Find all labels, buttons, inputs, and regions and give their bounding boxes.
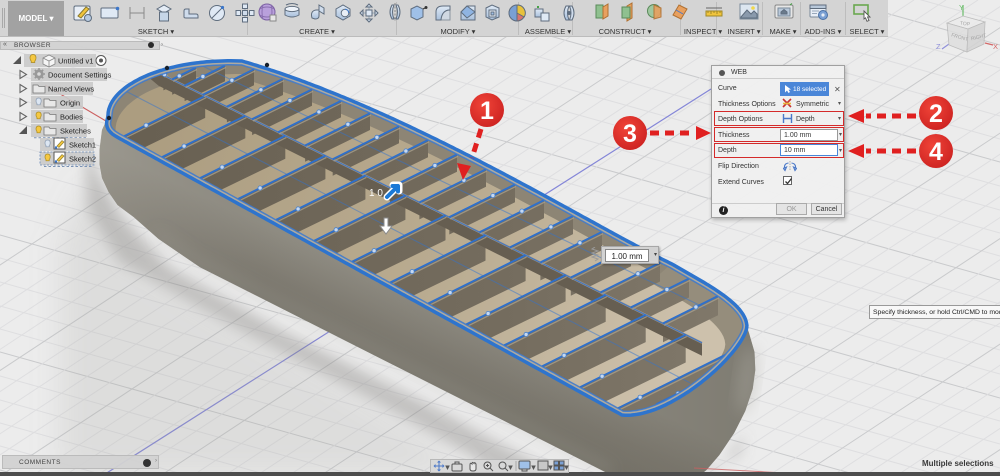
svg-text:▾: ▾	[565, 465, 568, 471]
svg-text:▾: ▾	[549, 465, 552, 471]
svg-text:▾: ▾	[446, 465, 449, 471]
svg-text:▾: ▾	[532, 465, 535, 471]
svg-text:1: 1	[480, 97, 494, 125]
svg-text:4: 4	[929, 138, 943, 166]
svg-text:3: 3	[623, 120, 637, 148]
svg-text:2: 2	[929, 100, 943, 128]
svg-text:▾: ▾	[509, 465, 512, 471]
